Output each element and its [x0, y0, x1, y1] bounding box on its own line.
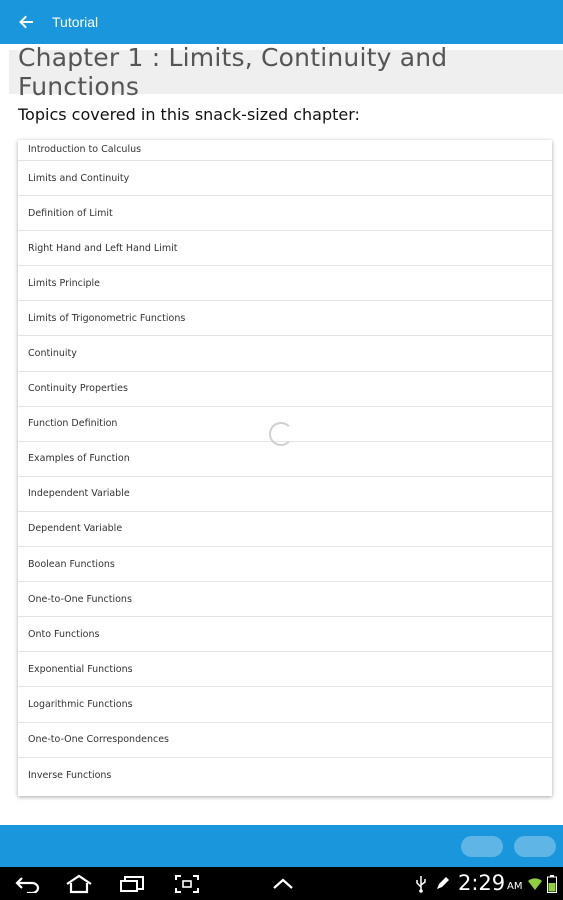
- topic-item[interactable]: Continuity: [18, 336, 552, 372]
- up-chevron-icon: [273, 878, 293, 889]
- topic-item[interactable]: One-to-One Functions: [18, 582, 552, 618]
- nav-screenshot-button[interactable]: [171, 867, 203, 900]
- screenshot-icon: [175, 874, 199, 893]
- system-navigation-bar: 2:29 AM: [0, 867, 563, 900]
- topic-item[interactable]: Logarithmic Functions: [18, 687, 552, 723]
- wifi-icon: [528, 877, 542, 890]
- topic-item[interactable]: Limits of Trigonometric Functions: [18, 301, 552, 337]
- back-button[interactable]: [0, 0, 52, 44]
- app-bar: Tutorial: [0, 0, 563, 44]
- topic-item[interactable]: Examples of Function: [18, 442, 552, 477]
- next-button[interactable]: [514, 836, 556, 857]
- topic-item[interactable]: Right Hand and Left Hand Limit: [18, 231, 552, 267]
- edit-indicator: [433, 867, 451, 900]
- chapter-title: Chapter 1 : Limits, Continuity and Funct…: [9, 43, 563, 101]
- topics-heading: Topics covered in this snack-sized chapt…: [18, 105, 360, 124]
- app-bar-title: Tutorial: [52, 14, 99, 30]
- topic-item[interactable]: Independent Variable: [18, 477, 552, 512]
- topic-item[interactable]: One-to-One Correspondences: [18, 723, 552, 758]
- topic-item[interactable]: Onto Functions: [18, 617, 552, 653]
- topic-list: Introduction to Calculus Limits and Cont…: [18, 140, 552, 793]
- topic-list-card: Introduction to Calculus Limits and Cont…: [18, 140, 552, 796]
- topic-item[interactable]: Inverse Functions: [18, 758, 552, 793]
- topic-item[interactable]: Exponential Functions: [18, 652, 552, 688]
- usb-indicator: [413, 867, 429, 900]
- recent-apps-icon: [120, 875, 144, 892]
- pencil-icon: [437, 876, 449, 889]
- back-icon: [15, 876, 40, 893]
- wifi-indicator: [527, 867, 543, 900]
- usb-icon: [416, 875, 426, 893]
- nav-up-button[interactable]: [268, 867, 298, 900]
- status-clock: 2:29: [458, 871, 506, 895]
- nav-back-button[interactable]: [12, 867, 44, 900]
- topic-item[interactable]: Limits Principle: [18, 266, 552, 302]
- battery-indicator: [545, 867, 559, 900]
- topic-item[interactable]: Dependent Variable: [18, 512, 552, 548]
- back-arrow-icon: [19, 15, 33, 29]
- home-icon: [66, 874, 92, 893]
- topic-item[interactable]: Introduction to Calculus: [18, 140, 552, 161]
- topic-item[interactable]: Continuity Properties: [18, 372, 552, 407]
- loading-spinner-icon: [269, 422, 293, 446]
- nav-home-button[interactable]: [62, 867, 96, 900]
- nav-recent-apps-button[interactable]: [116, 867, 148, 900]
- topic-item[interactable]: Definition of Limit: [18, 196, 552, 232]
- topic-item[interactable]: Boolean Functions: [18, 547, 552, 583]
- status-ampm: AM: [507, 881, 523, 892]
- previous-button[interactable]: [461, 836, 503, 857]
- bottom-bar: [0, 825, 563, 867]
- battery-icon: [547, 874, 557, 893]
- topic-item[interactable]: Limits and Continuity: [18, 161, 552, 197]
